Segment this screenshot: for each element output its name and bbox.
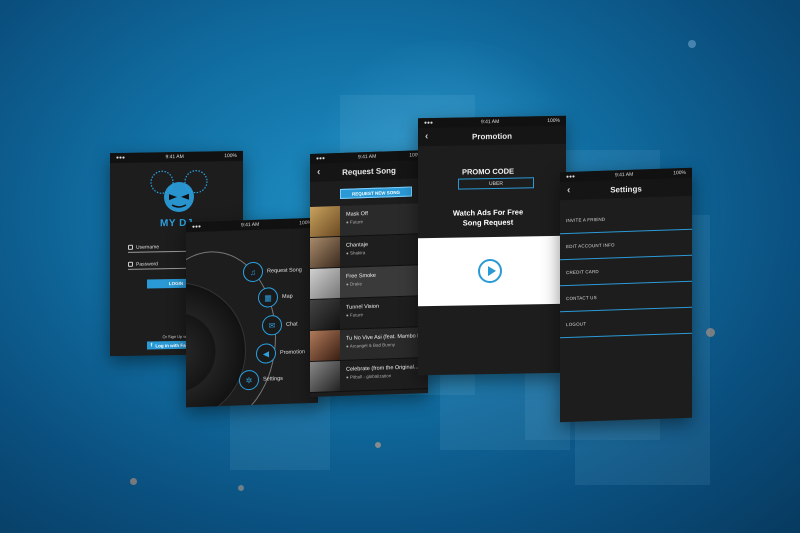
back-arrow-icon[interactable]: ‹ <box>317 167 320 178</box>
song-row[interactable]: Tunnel Vision ● Future <box>310 295 428 332</box>
menu-item-label: Map <box>282 293 293 300</box>
album-art <box>310 237 340 269</box>
status-time: 9:41 AM <box>614 171 634 179</box>
promo-code-label: PROMO CODE <box>461 166 515 177</box>
menu-item-map[interactable]: ▦ Map <box>258 287 293 308</box>
bokeh-dot <box>130 478 137 485</box>
screen-title: Settings <box>610 183 642 195</box>
gear-icon: ✲ <box>239 369 259 391</box>
album-art <box>310 206 340 238</box>
signal-icon: ●●● <box>316 155 326 162</box>
signal-icon: ●●● <box>424 120 434 127</box>
menu-screen: ●●● 9:41 AM 100% ♫ Request Song ▦ Map ✉ … <box>186 217 318 408</box>
status-battery: 100% <box>673 169 686 177</box>
watch-ads-line2: Song Request <box>462 217 514 228</box>
song-row[interactable]: Mask Off ● Future <box>310 202 428 239</box>
menu-item-label: Settings <box>263 375 283 383</box>
menu-item-promotion[interactable]: ◀ Promotion <box>256 342 305 364</box>
back-arrow-icon[interactable]: ‹ <box>567 185 570 196</box>
song-artist: ● Pitbull - globalization <box>346 373 392 380</box>
menu-item-label: Request Song <box>267 267 302 275</box>
menu-item-request-song[interactable]: ♫ Request Song <box>243 260 302 283</box>
bokeh-dot <box>375 442 381 448</box>
user-icon <box>128 244 133 250</box>
album-art <box>310 299 340 331</box>
navigation-bar: ‹ Settings <box>560 177 692 201</box>
album-art <box>310 268 340 300</box>
signal-icon: ●●● <box>192 223 202 231</box>
status-battery: 100% <box>224 152 237 160</box>
screen-title: Request Song <box>342 165 396 177</box>
status-time: 9:41 AM <box>480 118 500 126</box>
username-placeholder: Username <box>136 243 160 251</box>
bokeh-dot <box>688 40 696 48</box>
navigation-bar: ‹ Request Song <box>310 159 428 183</box>
status-time: 9:41 AM <box>357 153 377 161</box>
promotion-screen: ●●● 9:41 AM 100% ‹ Promotion PROMO CODE … <box>418 115 566 376</box>
menu-item-label: Chat <box>286 321 298 328</box>
song-artist: ● Drake <box>346 281 362 287</box>
settings-item-logout[interactable]: LOGOUT <box>560 307 692 339</box>
lock-icon <box>128 261 133 267</box>
status-battery: 100% <box>547 117 560 125</box>
password-placeholder: Password <box>136 260 158 268</box>
watch-ads-text: Watch Ads For Free Song Request <box>418 207 558 229</box>
status-time: 9:41 AM <box>165 153 184 161</box>
song-artist: ● Arcangel & Bad Bunny <box>346 342 395 349</box>
music-note-icon: ♫ <box>243 261 263 283</box>
song-artist: ● Future <box>346 219 363 225</box>
screen-title: Promotion <box>472 131 512 141</box>
song-row[interactable]: Tu No Vive Asi (feat. Mambo Kings) ● Arca… <box>310 326 428 363</box>
settings-list: INVITE A FRIEND EDIT ACCOUNT INFO CREDIT… <box>560 203 692 339</box>
song-row[interactable]: Chantaje ● Shakira <box>310 233 428 270</box>
bokeh-dot <box>238 485 244 491</box>
facebook-icon: f <box>150 342 153 349</box>
status-time: 9:41 AM <box>240 221 260 229</box>
megaphone-icon: ◀ <box>256 343 276 364</box>
chat-icon: ✉ <box>262 314 282 336</box>
song-artist: ● Shakira <box>346 250 366 256</box>
song-row[interactable]: Free Smoke ● Drake <box>310 264 428 301</box>
back-arrow-icon[interactable]: ‹ <box>425 131 428 142</box>
request-song-screen: ●●● 9:41 AM 100% ‹ Request Song REQUEST … <box>310 149 428 398</box>
song-artist: ● Future <box>346 312 363 318</box>
request-new-song-button[interactable]: REQUEST NEW SONG <box>340 186 412 200</box>
map-icon: ▦ <box>258 287 278 308</box>
menu-item-settings[interactable]: ✲ Settings <box>239 369 283 391</box>
dj-mouse-logo-icon <box>150 170 208 212</box>
song-row[interactable]: Celebrate (from the Original... ● Pitbull… <box>310 357 428 394</box>
status-bar: ●●● 9:41 AM 100% <box>110 150 243 164</box>
album-art <box>310 361 340 393</box>
menu-item-chat[interactable]: ✉ Chat <box>262 314 298 336</box>
promo-code-field[interactable]: UBER <box>458 177 534 190</box>
signal-icon: ●●● <box>566 173 576 181</box>
ad-video-player[interactable] <box>418 235 566 307</box>
navigation-bar: ‹ Promotion <box>418 125 566 147</box>
play-icon[interactable] <box>478 258 502 284</box>
signal-icon: ●●● <box>116 154 126 162</box>
album-art <box>310 330 340 362</box>
settings-screen: ●●● 9:41 AM 100% ‹ Settings INVITE A FRI… <box>560 167 692 423</box>
menu-item-label: Promotion <box>280 349 306 357</box>
song-list: Mask Off ● Future Chantaje ● Shakira Free … <box>310 202 428 394</box>
